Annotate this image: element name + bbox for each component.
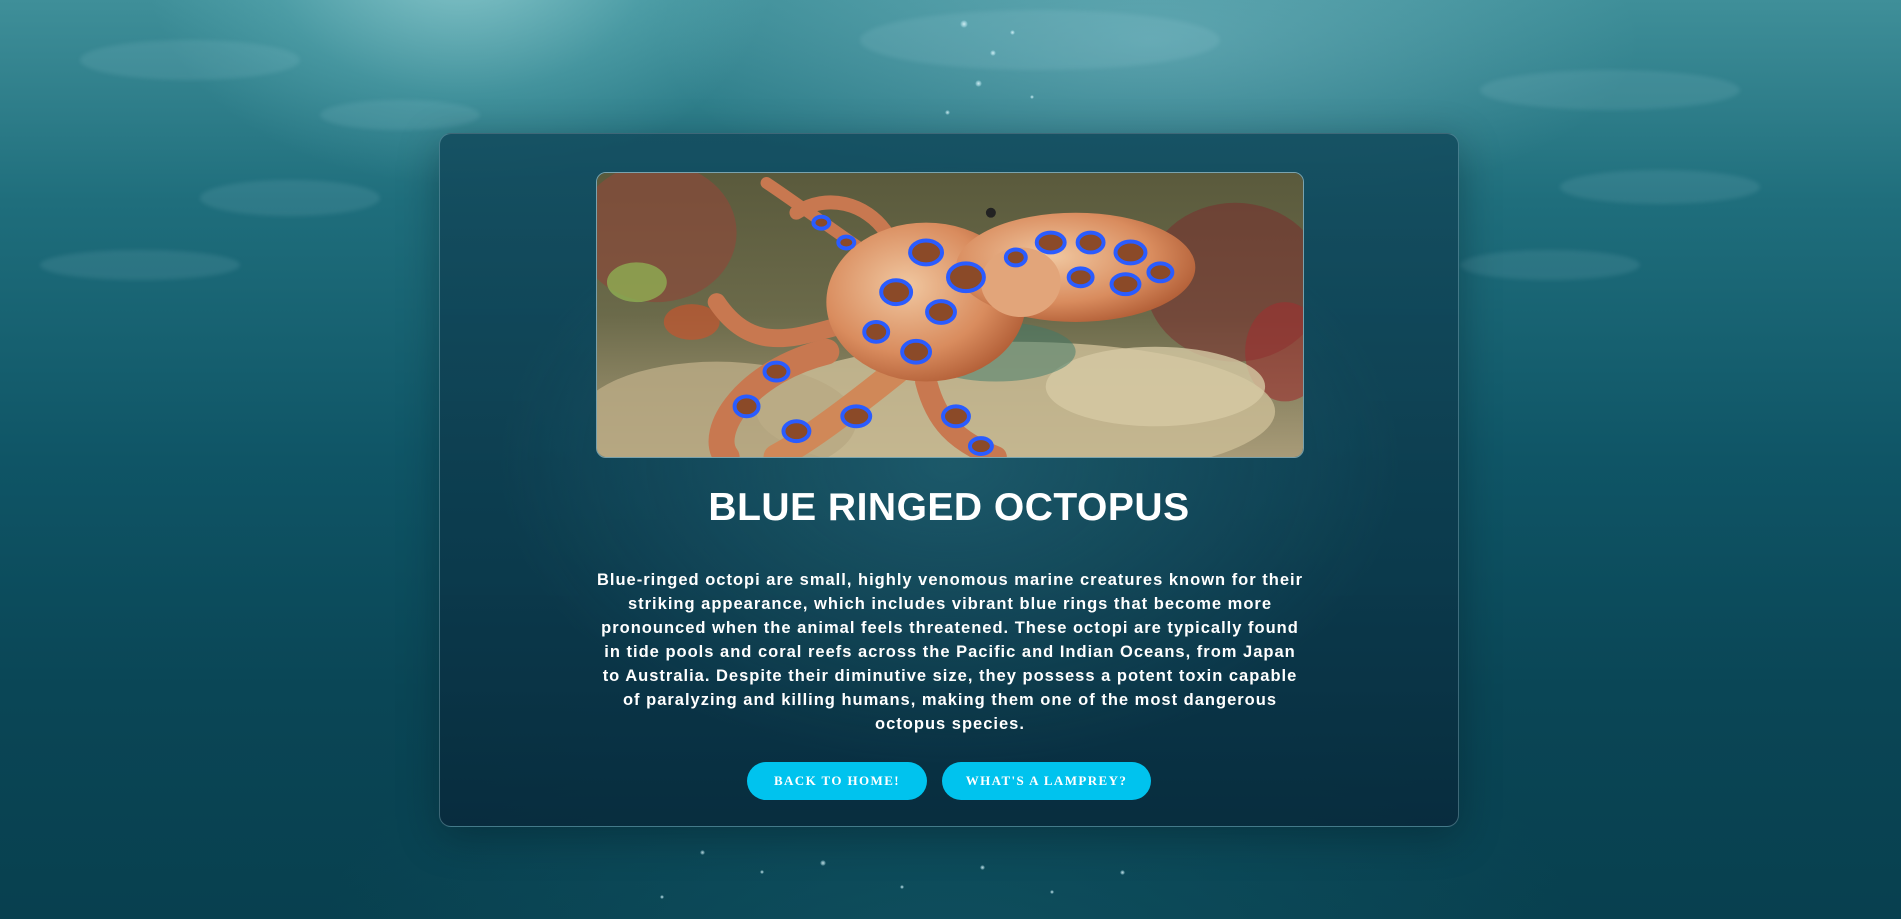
description-text: Blue-ringed octopi are small, highly ven… (596, 571, 1304, 733)
back-to-home-button[interactable]: BACK TO HOME! (747, 762, 927, 800)
page-title: BLUE RINGED OCTOPUS (708, 486, 1190, 529)
content-card: BLUE RINGED OCTOPUS Blue-ringed octopi a… (439, 133, 1459, 827)
whats-a-lamprey-button[interactable]: WHAT'S A LAMPREY? (942, 762, 1151, 800)
button-row: BACK TO HOME! WHAT'S A LAMPREY? (440, 762, 1458, 800)
octopus-photo (596, 172, 1304, 458)
